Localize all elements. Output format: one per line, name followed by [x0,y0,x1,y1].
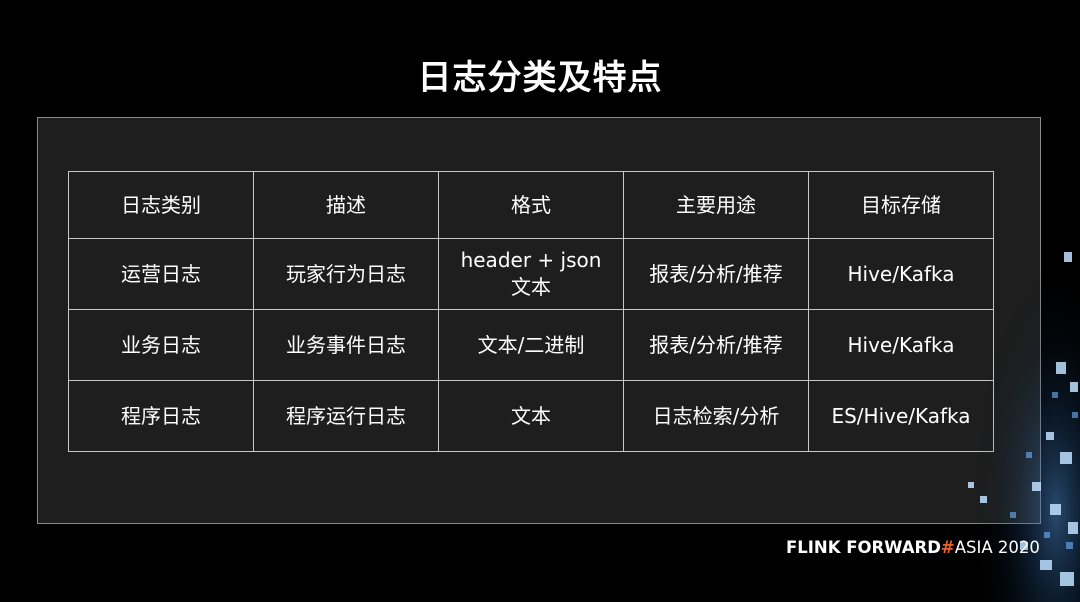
brand-suffix-text: ASIA 2020 [954,538,1040,557]
brand-hash-text: # [940,538,955,557]
header-format: 格式 [438,171,624,239]
cell-format: header + json 文本 [438,238,624,310]
cell-description: 程序运行日志 [253,380,439,452]
cell-format: 文本 [438,380,624,452]
cell-log-category: 程序日志 [68,380,254,452]
cell-log-category: 运营日志 [68,238,254,310]
table-row: 运营日志 玩家行为日志 header + json 文本 报表/分析/推荐 Hi… [68,238,994,310]
content-panel: 日志类别 描述 格式 主要用途 目标存储 运营日志 玩家行为日志 header … [37,117,1041,524]
cell-format: 文本/二进制 [438,309,624,381]
header-log-category: 日志类别 [68,171,254,239]
header-main-use: 主要用途 [623,171,809,239]
cell-main-use: 报表/分析/推荐 [623,238,809,310]
cell-main-use: 日志检索/分析 [623,380,809,452]
header-description: 描述 [253,171,439,239]
log-classification-table: 日志类别 描述 格式 主要用途 目标存储 运营日志 玩家行为日志 header … [68,171,994,452]
cell-description: 业务事件日志 [253,309,439,381]
cell-log-category: 业务日志 [68,309,254,381]
slide-title: 日志分类及特点 [417,58,663,98]
cell-description: 玩家行为日志 [253,238,439,310]
table-row: 业务日志 业务事件日志 文本/二进制 报表/分析/推荐 Hive/Kafka [68,309,994,381]
table-header-row: 日志类别 描述 格式 主要用途 目标存储 [68,171,994,239]
brand-main-text: FLINK FORWARD [786,538,941,557]
flink-forward-asia-logo: FLINK FORWARD#ASIA 2020 [786,538,1040,557]
table-row: 程序日志 程序运行日志 文本 日志检索/分析 ES/Hive/Kafka [68,380,994,452]
header-target-storage: 目标存储 [808,171,994,239]
cell-main-use: 报表/分析/推荐 [623,309,809,381]
